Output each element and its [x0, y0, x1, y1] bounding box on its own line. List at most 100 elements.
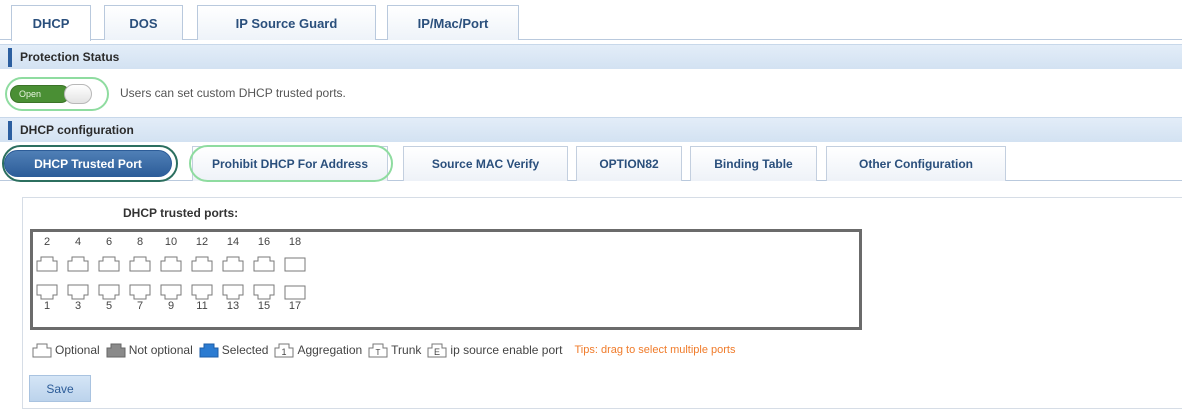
save-button[interactable]: Save	[29, 375, 91, 402]
dhcp-sub-tab-bar: DHCP Trusted Port Prohibit DHCP For Addr…	[0, 146, 1182, 181]
tab-option82[interactable]: OPTION82	[576, 146, 682, 181]
drag-tip: Tips: drag to select multiple ports	[574, 344, 736, 356]
port-number-label: 8	[136, 236, 144, 248]
legend-ip-source: E ip source enable port	[427, 343, 562, 358]
tab-dos[interactable]: DOS	[104, 5, 183, 40]
port-number-label: 10	[164, 236, 178, 248]
optional-port-icon	[32, 343, 52, 357]
port-number-label: 3	[74, 300, 82, 312]
legend-aggregation: 1 Aggregation	[274, 343, 362, 358]
legend-trunk: T Trunk	[368, 343, 421, 358]
trunk-glyph: T	[376, 348, 381, 357]
ethernet-port-icon	[36, 256, 58, 272]
protection-status-title: Protection Status	[20, 50, 120, 64]
port-14[interactable]	[222, 256, 244, 272]
port-9[interactable]	[160, 284, 182, 300]
port-3[interactable]	[67, 284, 89, 300]
legend-not-optional-label: Not optional	[128, 343, 193, 357]
fiber-port-icon	[284, 257, 306, 272]
port-2[interactable]	[36, 256, 58, 272]
ip-source-port-icon: E	[427, 343, 447, 357]
tab-other-configuration[interactable]: Other Configuration	[826, 146, 1006, 181]
port-number-label: 1	[43, 300, 51, 312]
port-6[interactable]	[98, 256, 120, 272]
protection-status-header: Protection Status	[0, 44, 1182, 69]
toggle-label: Open	[19, 89, 42, 99]
ethernet-port-icon	[36, 284, 58, 300]
legend-aggregation-label: Aggregation	[297, 343, 363, 357]
legend-not-optional: Not optional	[106, 343, 193, 358]
port-18[interactable]	[284, 256, 306, 272]
ethernet-port-icon	[98, 284, 120, 300]
port-number-label: 6	[105, 236, 113, 248]
legend-ip-source-label: ip source enable port	[450, 343, 563, 357]
port-15[interactable]	[253, 284, 275, 300]
port-number-label: 13	[226, 300, 240, 312]
legend-selected-label: Selected	[221, 343, 269, 357]
legend-optional: Optional	[32, 343, 100, 358]
port-number-label: 12	[195, 236, 209, 248]
top-tab-bar: DHCP DOS IP Source Guard IP/Mac/Port	[0, 0, 1182, 41]
dhcp-configuration-title: DHCP configuration	[20, 123, 134, 137]
port-number-label: 7	[136, 300, 144, 312]
selected-port-icon	[199, 343, 219, 357]
ethernet-port-icon	[160, 256, 182, 272]
port-1[interactable]	[36, 284, 58, 300]
port-number-label: 17	[288, 300, 302, 312]
port-5[interactable]	[98, 284, 120, 300]
tab-prohibit-dhcp-for-address[interactable]: Prohibit DHCP For Address	[192, 146, 388, 181]
ethernet-port-icon	[222, 284, 244, 300]
ethernet-port-icon	[222, 256, 244, 272]
tab-dhcp-trusted-port[interactable]: DHCP Trusted Port	[4, 150, 172, 177]
ethernet-port-icon	[129, 284, 151, 300]
section-accent-bar	[8, 120, 12, 140]
ethernet-port-icon	[98, 256, 120, 272]
port-number-label: 14	[226, 236, 240, 248]
toggle-knob[interactable]	[64, 84, 92, 104]
port-7[interactable]	[129, 284, 151, 300]
port-selector[interactable]: 2 4 6 8 10 12 14 16 18 1 3 5 7 9 11 13 15 17	[30, 229, 862, 330]
tab-ip-source-guard[interactable]: IP Source Guard	[197, 5, 376, 40]
port-number-label: 18	[288, 236, 302, 248]
protection-toggle[interactable]: Open	[10, 85, 70, 103]
ethernet-port-icon	[191, 256, 213, 272]
port-8[interactable]	[129, 256, 151, 272]
ethernet-port-icon	[67, 284, 89, 300]
port-12[interactable]	[191, 256, 213, 272]
port-number-label: 4	[74, 236, 82, 248]
port-legend: Optional Not optional Selected 1 Aggrega…	[32, 340, 735, 360]
port-4[interactable]	[67, 256, 89, 272]
port-number-label: 16	[257, 236, 271, 248]
tab-dhcp[interactable]: DHCP	[11, 5, 91, 41]
protection-description: Users can set custom DHCP trusted ports.	[120, 86, 346, 100]
port-number-label: 2	[43, 236, 51, 248]
port-17[interactable]	[284, 284, 306, 300]
aggregation-glyph: 1	[282, 347, 287, 357]
port-number-label: 5	[105, 300, 113, 312]
tab-source-mac-verify[interactable]: Source MAC Verify	[403, 146, 568, 181]
port-number-label: 9	[167, 300, 175, 312]
trusted-ports-label: DHCP trusted ports:	[123, 206, 239, 220]
protection-status-row: Open Users can set custom DHCP trusted p…	[0, 73, 1182, 115]
aggregation-port-icon: 1	[274, 343, 294, 357]
ip-source-glyph: E	[434, 347, 440, 357]
ethernet-port-icon	[191, 284, 213, 300]
ethernet-port-icon	[253, 256, 275, 272]
legend-selected: Selected	[199, 343, 269, 358]
port-13[interactable]	[222, 284, 244, 300]
tab-ip-mac-port[interactable]: IP/Mac/Port	[387, 5, 519, 40]
not-optional-port-icon	[106, 343, 126, 357]
tab-binding-table[interactable]: Binding Table	[690, 146, 817, 181]
port-number-label: 15	[257, 300, 271, 312]
port-11[interactable]	[191, 284, 213, 300]
ethernet-port-icon	[253, 284, 275, 300]
trunk-port-icon: T	[368, 343, 388, 357]
fiber-port-icon	[284, 285, 306, 300]
port-10[interactable]	[160, 256, 182, 272]
port-16[interactable]	[253, 256, 275, 272]
dhcp-configuration-header: DHCP configuration	[0, 117, 1182, 142]
ethernet-port-icon	[67, 256, 89, 272]
port-number-label: 11	[196, 300, 208, 312]
ethernet-port-icon	[160, 284, 182, 300]
legend-trunk-label: Trunk	[391, 343, 422, 357]
